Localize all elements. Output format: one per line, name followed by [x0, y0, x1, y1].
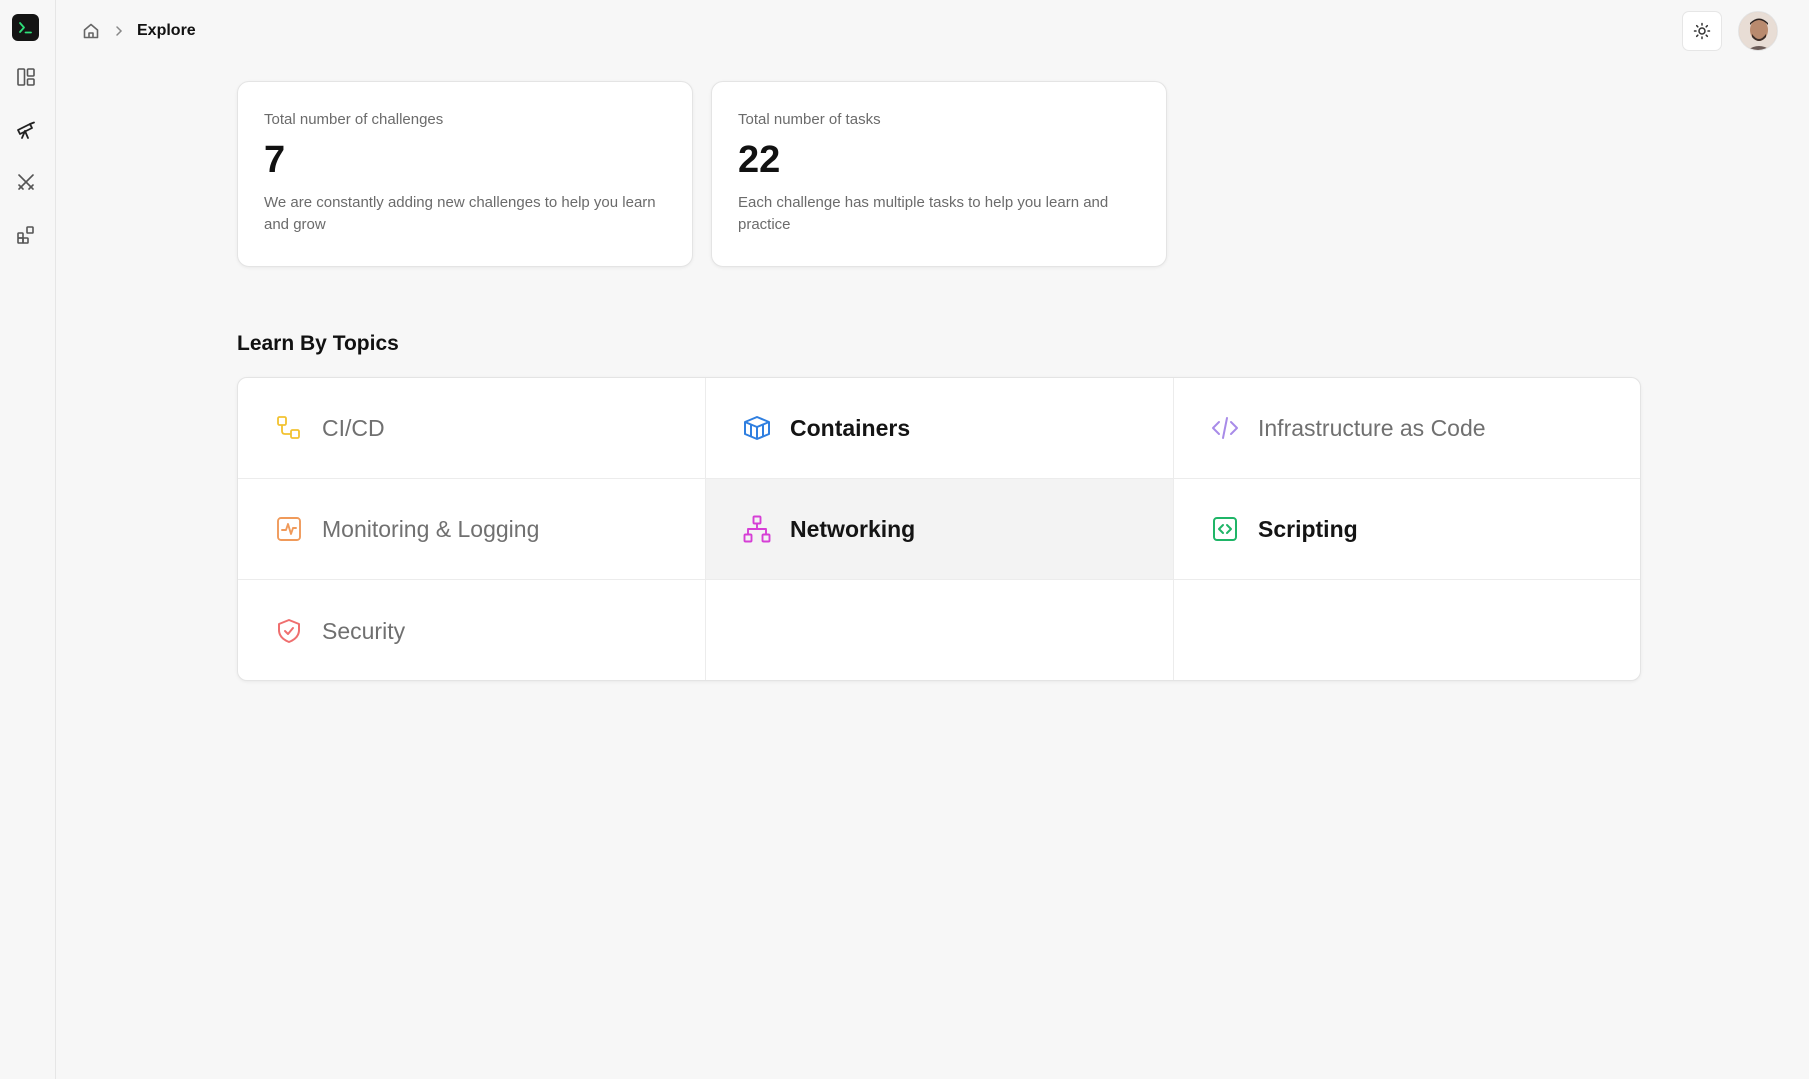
topic-infrastructure-as-code[interactable]: Infrastructure as Code	[1174, 378, 1640, 479]
topic-scripting[interactable]: Scripting	[1174, 479, 1640, 580]
topic-networking[interactable]: Networking	[706, 479, 1174, 580]
topic-label: Networking	[790, 516, 916, 542]
topic-label: Scripting	[1258, 516, 1358, 542]
stat-value: 22	[738, 139, 781, 181]
topic-label: CI/CD	[322, 415, 385, 441]
container-box-icon	[742, 413, 772, 443]
dashboard-icon[interactable]	[12, 63, 39, 90]
stat-description: Each challenge has multiple tasks to hel…	[738, 194, 1109, 233]
stat-value: 7	[264, 139, 286, 181]
breadcrumb-current: Explore	[137, 22, 196, 39]
theme-toggle-button[interactable]	[1682, 11, 1722, 51]
stat-label: Total number of challenges	[264, 111, 444, 128]
telescope-icon[interactable]	[12, 116, 39, 143]
shield-check-icon	[274, 616, 304, 646]
section-title: Learn By Topics	[237, 332, 399, 355]
activity-icon	[274, 514, 304, 544]
stat-description: We are constantly adding new challenges …	[264, 194, 656, 233]
topic-ci-cd[interactable]: CI/CD	[238, 378, 706, 479]
topics-grid: CI/CD Containers Infrastructure as Code	[237, 377, 1641, 681]
chevron-right-icon	[113, 22, 125, 40]
avatar[interactable]	[1738, 11, 1778, 51]
stat-card-tasks: Total number of tasks 22 Each challenge …	[711, 81, 1167, 267]
empty-cell	[706, 580, 1174, 680]
topic-label: Monitoring & Logging	[322, 516, 540, 542]
terminal-icon[interactable]	[12, 14, 39, 41]
topic-containers[interactable]: Containers	[706, 378, 1174, 479]
pipeline-icon	[274, 413, 304, 443]
sun-icon	[1693, 22, 1711, 40]
blocks-icon[interactable]	[12, 221, 39, 248]
network-icon	[742, 514, 772, 544]
topic-monitoring-logging[interactable]: Monitoring & Logging	[238, 479, 706, 580]
script-icon	[1210, 514, 1240, 544]
topic-label: Security	[322, 618, 406, 644]
stat-label: Total number of tasks	[738, 111, 881, 128]
swords-icon[interactable]	[12, 168, 39, 195]
code-brackets-icon	[1210, 413, 1240, 443]
topic-security[interactable]: Security	[238, 580, 706, 680]
topic-label: Containers	[790, 415, 911, 441]
sidebar	[0, 0, 56, 1079]
home-icon[interactable]	[80, 20, 102, 42]
stat-card-challenges: Total number of challenges 7 We are cons…	[237, 81, 693, 267]
topic-label: Infrastructure as Code	[1258, 415, 1486, 441]
empty-cell	[1174, 580, 1640, 680]
